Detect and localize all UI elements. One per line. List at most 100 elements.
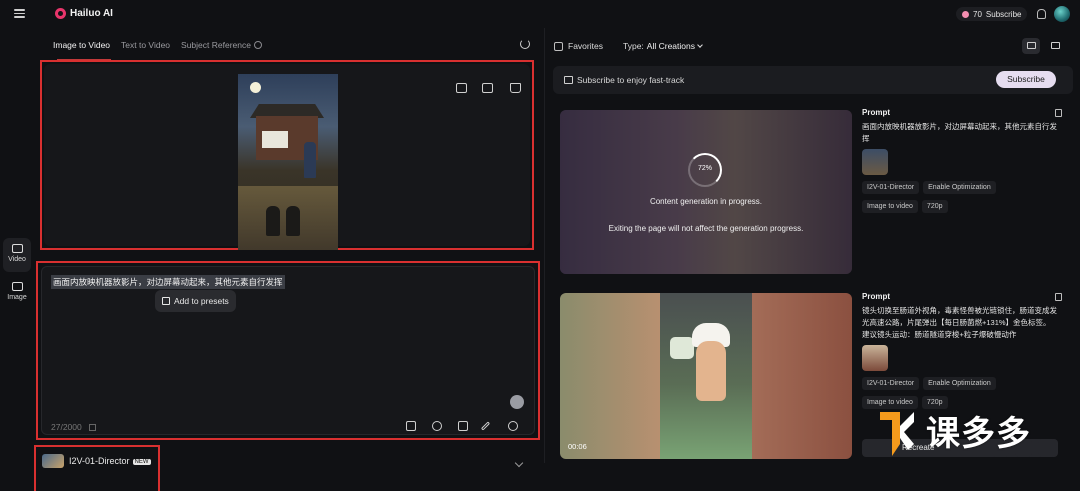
- logo-mark-icon: [55, 8, 66, 19]
- generation-message: Content generation in progress.: [649, 197, 763, 206]
- camera-motion-icon[interactable]: [406, 421, 416, 431]
- replace-image-icon[interactable]: [456, 83, 467, 93]
- creation-tags: I2V-01-Director Enable Optimization: [862, 181, 1062, 194]
- prompt-input[interactable]: 画面内放映机器放影片，对边屏幕动起来，其他元素自行发挥 Add to prese…: [41, 266, 535, 435]
- info-icon[interactable]: [253, 41, 262, 49]
- mode-tabs: Image to Video Text to Video Subject Ref…: [53, 40, 262, 50]
- video-icon: [11, 244, 23, 253]
- top-bar: Hailuo AI 70 Subscribe: [0, 0, 1080, 28]
- credits-count: 70: [973, 9, 982, 19]
- prompt-label: Prompt: [862, 108, 890, 117]
- child-shape: [266, 206, 280, 236]
- source-image-thumbnail[interactable]: [862, 149, 888, 175]
- user-avatar[interactable]: [1054, 6, 1070, 22]
- rail-item-label: Video: [8, 256, 26, 263]
- chevron-down-icon[interactable]: [514, 458, 524, 468]
- tab-subject-reference[interactable]: Subject Reference: [181, 40, 262, 50]
- fast-track-text: Subscribe to enjoy fast-track: [577, 75, 685, 85]
- creation-prompt-text: 画面内放映机器放影片，对边屏幕动起来，其他元素自行发挥: [862, 122, 1057, 143]
- copy-icon[interactable]: [1055, 293, 1062, 301]
- image-icon: [11, 282, 23, 291]
- sign-shape: [670, 337, 694, 359]
- moon-shape: [250, 82, 261, 93]
- video-frame: [660, 293, 752, 459]
- grid-view-icon: [1050, 42, 1060, 49]
- optimization-tag: Enable Optimization: [923, 181, 996, 194]
- chef-character-shape: [696, 341, 726, 401]
- fast-track-subscribe-button[interactable]: Subscribe: [996, 71, 1056, 88]
- model-name-text: I2V-01-Director: [69, 456, 130, 466]
- optimization-tag: Enable Optimization: [923, 377, 996, 390]
- list-view-button[interactable]: [1022, 38, 1040, 54]
- history-panel: Favorites Type: All Creations Subscribe t…: [545, 28, 1080, 463]
- creation-info: Prompt 画面内放映机器放影片，对边屏幕动起来，其他元素自行发挥 I2V-0…: [862, 108, 1062, 213]
- credits-subscribe[interactable]: 70 Subscribe: [956, 7, 1028, 21]
- image-preview-container: [44, 64, 530, 250]
- prompt-library-icon[interactable]: [88, 424, 96, 431]
- model-tag: I2V-01-Director: [862, 377, 920, 390]
- rail-item-video[interactable]: Video: [3, 238, 31, 272]
- magic-wand-icon[interactable]: [480, 421, 491, 431]
- rail-item-label: Image: [7, 294, 27, 301]
- copy-icon[interactable]: [1055, 109, 1062, 117]
- creation-prompt-text: 镜头切换至肠道外视角，毒素怪兽被光链锁住，肠道变成发光高速公路，片尾弹出【每日肠…: [862, 306, 1057, 339]
- tab-image-to-video[interactable]: Image to Video: [53, 40, 110, 50]
- video-result-card[interactable]: 00:06: [560, 293, 852, 459]
- model-thumbnail: [42, 454, 64, 468]
- new-badge: NEW: [132, 459, 151, 465]
- create-panel: Image to Video Text to Video Subject Ref…: [34, 28, 544, 491]
- child-shape: [286, 206, 300, 236]
- model-selector[interactable]: I2V-01-Director NEW: [34, 445, 160, 491]
- side-rail: Video Image: [0, 28, 34, 463]
- presets-icon: [162, 297, 170, 305]
- watermark-k-icon: [880, 412, 914, 456]
- credits-icon: [962, 10, 969, 18]
- model-name: I2V-01-Director NEW: [69, 456, 151, 466]
- favorites-label: Favorites: [568, 41, 603, 51]
- app-logo[interactable]: Hailuo AI: [55, 8, 113, 19]
- favorites-checkbox[interactable]: [554, 41, 563, 51]
- char-count-text: 27/2000: [51, 422, 82, 432]
- progress-overlay: [560, 110, 852, 274]
- presets-label: Add to presets: [174, 296, 229, 306]
- header-subscribe-button[interactable]: Subscribe: [986, 10, 1022, 19]
- generation-progress-card: 72% Content generation in progress. Exit…: [560, 110, 852, 274]
- notification-bell-icon[interactable]: [1037, 9, 1046, 19]
- list-view-icon: [1026, 42, 1036, 49]
- tab-label: Subject Reference: [181, 40, 251, 50]
- prompt-label: Prompt: [862, 292, 890, 301]
- menu-icon[interactable]: [14, 9, 25, 18]
- location-pin-icon[interactable]: [432, 421, 442, 431]
- uploaded-image: [238, 74, 338, 250]
- video-duration: 00:06: [568, 442, 587, 451]
- source-image-thumbnail[interactable]: [862, 345, 888, 371]
- app-name: Hailuo AI: [70, 8, 113, 19]
- resolution-tag: 720p: [921, 200, 948, 213]
- favorites-filter[interactable]: Favorites: [554, 41, 603, 51]
- creation-tags: I2V-01-Director Enable Optimization: [862, 377, 1062, 390]
- add-image-icon[interactable]: [482, 83, 493, 93]
- type-filter-dropdown[interactable]: Type: All Creations: [623, 41, 703, 51]
- projection-screen-shape: [262, 131, 288, 148]
- chevron-down-icon: [697, 42, 703, 48]
- rail-item-image[interactable]: Image: [3, 276, 31, 310]
- ai-assistant-icon[interactable]: [510, 395, 524, 409]
- delete-icon[interactable]: [510, 83, 521, 93]
- more-options-icon[interactable]: [1038, 439, 1055, 457]
- grid-view-button[interactable]: [1046, 38, 1064, 54]
- clapperboard-icon[interactable]: [458, 421, 468, 431]
- creation-info: Prompt 镜头切换至肠道外视角，毒素怪兽被光链锁住，肠道变成发光高速公路，片…: [862, 292, 1062, 409]
- tab-text-to-video[interactable]: Text to Video: [121, 40, 170, 50]
- prompt-text[interactable]: 画面内放映机器放影片，对边屏幕动起来，其他元素自行发挥: [51, 275, 285, 289]
- model-tag: I2V-01-Director: [862, 181, 920, 194]
- progress-value: 72%: [697, 165, 712, 172]
- prompt-area: 画面内放映机器放影片，对边屏幕动起来，其他元素自行发挥 Add to prese…: [36, 261, 540, 440]
- gift-icon: [564, 76, 573, 84]
- image-upload-area[interactable]: [40, 60, 534, 250]
- reset-icon[interactable]: [520, 39, 530, 49]
- projectionist-shape: [304, 142, 316, 178]
- character-icon[interactable]: [508, 421, 518, 431]
- generation-note: Exiting the page will not affect the gen…: [608, 224, 804, 233]
- add-to-presets-button[interactable]: Add to presets: [155, 290, 236, 312]
- watermark-logo: 课多多: [880, 404, 1040, 463]
